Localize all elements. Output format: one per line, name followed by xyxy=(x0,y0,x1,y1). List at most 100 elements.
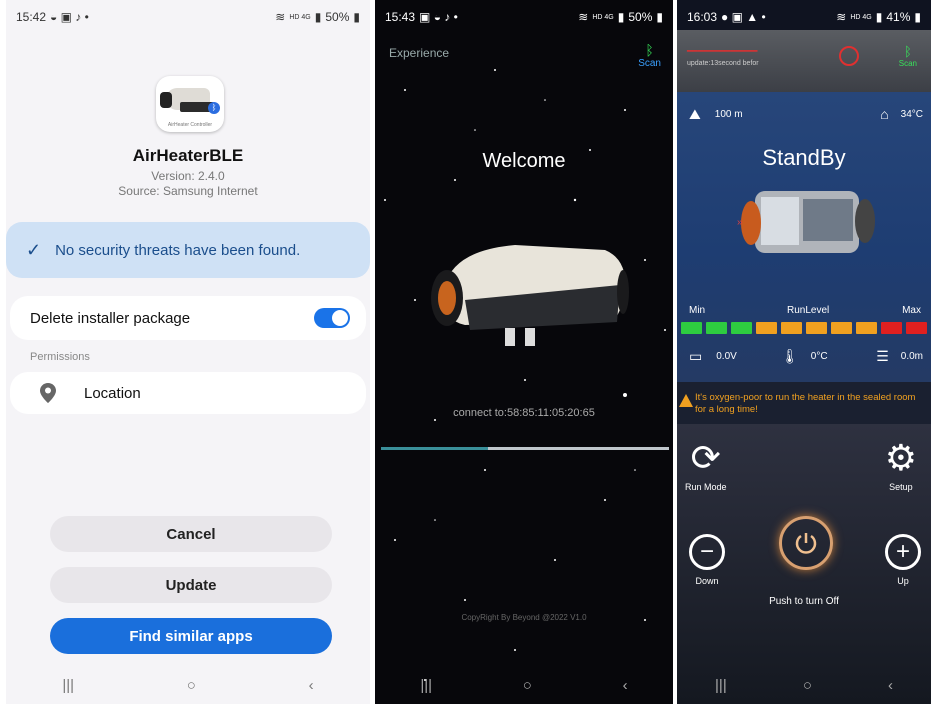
update-button[interactable]: Update xyxy=(50,567,332,603)
run-mode-button[interactable]: ⟳ Run Mode xyxy=(685,438,727,493)
home-icon[interactable]: ○ xyxy=(803,677,812,694)
progress-fill xyxy=(381,447,488,450)
battery-level: 50% xyxy=(628,10,653,24)
down-button[interactable]: − Down xyxy=(689,534,725,586)
scan-label: Scan xyxy=(898,59,917,68)
recents-icon[interactable]: ||| xyxy=(420,677,432,694)
permission-location-label: Location xyxy=(84,384,141,402)
permissions-header: Permissions xyxy=(30,351,90,363)
back-icon[interactable]: ‹ xyxy=(309,677,314,694)
battery-voltage-icon: ▭ xyxy=(689,348,703,364)
plus-icon: + xyxy=(885,534,921,570)
update-time: update:13second befor xyxy=(687,60,759,67)
scan-label: Scan xyxy=(638,58,661,69)
up-button[interactable]: + Up xyxy=(885,534,921,586)
bluetooth-icon: ᛒ xyxy=(903,44,912,59)
house-thermometer-icon: ⌂ xyxy=(880,106,889,122)
status-bar: 15:42 ◒ ▣ ♪ • ≋ HD 4G ▮ 50% ▮ xyxy=(6,8,370,26)
battery-level: 50% xyxy=(325,10,350,24)
recents-icon[interactable]: ||| xyxy=(62,677,74,694)
warning-icon xyxy=(679,394,693,407)
back-icon[interactable]: ‹ xyxy=(623,677,628,694)
runlevel-segment[interactable] xyxy=(731,322,752,334)
connection-header: ━━━━━━━━━━━━━ update:13second befor ᛒ Sc… xyxy=(677,30,931,92)
delete-installer-row[interactable]: Delete installer package xyxy=(10,296,366,340)
runlevel-segment[interactable] xyxy=(756,322,777,334)
network-label: HD 4G xyxy=(289,13,311,21)
wifi-icon: ≋ xyxy=(578,10,589,24)
up-label: Up xyxy=(897,576,909,586)
runlevel-segment[interactable] xyxy=(806,322,827,334)
starfield-background xyxy=(384,69,666,681)
connection-status: connect to:58:85:11:05:20:65 xyxy=(453,407,595,419)
back-icon[interactable]: ‹ xyxy=(888,677,893,694)
nav-bar: ||| ○ ‹ xyxy=(677,674,931,696)
signal-icon: ▮ xyxy=(875,10,883,24)
scan-button[interactable]: ᛒ Scan xyxy=(899,44,917,68)
mountain-icon: ⛰ xyxy=(689,106,701,122)
app-source: Source: Samsung Internet xyxy=(118,184,258,198)
power-icon xyxy=(795,533,817,554)
nav-bar: ||| ○ ‹ xyxy=(375,674,673,696)
connection-warning: ━━━━━━━━━━━━━ xyxy=(687,46,758,56)
notification-icons: ▣ ◒ ♪ • xyxy=(419,10,458,24)
cancel-button[interactable]: Cancel xyxy=(50,516,332,552)
status-time: 15:43 xyxy=(385,10,416,24)
power-status-icon xyxy=(839,46,859,66)
ambient-temp-value: 34°C xyxy=(900,108,923,120)
heater-control-screen: 16:03 ● ▣ ▲ • ≋ HD 4G ▮ 41% ▮ ━━━━━━━━━━━━━ u… xyxy=(677,0,931,704)
notification-icons: ◒ ▣ ♪ • xyxy=(50,10,89,24)
experience-link[interactable]: Experience xyxy=(389,46,449,60)
bluetooth-badge-icon: ᛒ xyxy=(208,102,220,114)
app-icon: ᛒ AirHeater Controller xyxy=(156,76,224,132)
delete-installer-toggle[interactable] xyxy=(314,308,350,328)
welcome-title: Welcome xyxy=(482,150,566,172)
setup-button[interactable]: ⚙ Setup xyxy=(884,437,917,493)
runlevel-bar[interactable] xyxy=(681,322,927,334)
runlevel-segment[interactable] xyxy=(831,322,852,334)
runlevel-segment[interactable] xyxy=(906,322,927,334)
down-label: Down xyxy=(695,576,719,586)
security-message: No security threats have been found. xyxy=(55,241,301,259)
battery-level: 41% xyxy=(886,10,911,24)
app-version: Version: 2.4.0 xyxy=(151,169,225,183)
run-mode-label: Run Mode xyxy=(685,482,727,492)
signal-icon: ▮ xyxy=(314,10,322,24)
scan-button[interactable]: ᛒ Scan xyxy=(638,42,661,69)
power-label: Push to turn Off xyxy=(769,596,839,607)
find-similar-apps-button[interactable]: Find similar apps xyxy=(50,618,332,654)
thermometer-icon: 🌡 xyxy=(781,348,799,364)
voltage-row: ▭ 0.0V xyxy=(689,348,737,365)
checkmark-icon: ✓ xyxy=(26,239,42,260)
gear-icon: ⚙ xyxy=(884,437,917,478)
runlevel-label: RunLevel xyxy=(787,305,830,316)
security-banner: ✓ No security threats have been found. xyxy=(6,222,370,278)
runlevel-segment[interactable] xyxy=(706,322,727,334)
wifi-icon: ≋ xyxy=(275,10,286,24)
oxygen-warning-text: It's oxygen-poor to run the heater in th… xyxy=(695,392,916,415)
runlevel-segment[interactable] xyxy=(856,322,877,334)
permission-location-row[interactable]: Location xyxy=(10,372,366,414)
runlevel-segment[interactable] xyxy=(881,322,902,334)
heater-cutaway-image: » xyxy=(737,191,875,253)
altitude-row: ⛰ 100 m xyxy=(689,106,743,123)
home-icon[interactable]: ○ xyxy=(187,677,196,694)
recents-icon[interactable]: ||| xyxy=(715,677,727,694)
altitude-adjust-row: ☰ 0.0m xyxy=(876,348,923,365)
app-name: AirHeaterBLE xyxy=(132,146,244,165)
power-button[interactable] xyxy=(779,516,833,570)
status-bar: 15:43 ▣ ◒ ♪ • ≋ HD 4G ▮ 50% ▮ xyxy=(375,8,673,26)
runlevel-segment[interactable] xyxy=(681,322,702,334)
runlevel-segment[interactable] xyxy=(781,322,802,334)
air-heater-image xyxy=(431,245,629,346)
minus-icon: − xyxy=(689,534,725,570)
sliders-icon: ☰ xyxy=(876,348,889,364)
status-time: 15:42 xyxy=(16,10,47,24)
connection-progress-bar xyxy=(381,447,669,450)
signal-icon: ▮ xyxy=(617,10,625,24)
heater-temp-row: 🌡 0°C xyxy=(781,348,828,365)
location-pin-icon xyxy=(40,383,56,403)
home-icon[interactable]: ○ xyxy=(523,677,532,694)
battery-icon: ▮ xyxy=(914,10,921,24)
level-min-label: Min xyxy=(689,305,706,316)
